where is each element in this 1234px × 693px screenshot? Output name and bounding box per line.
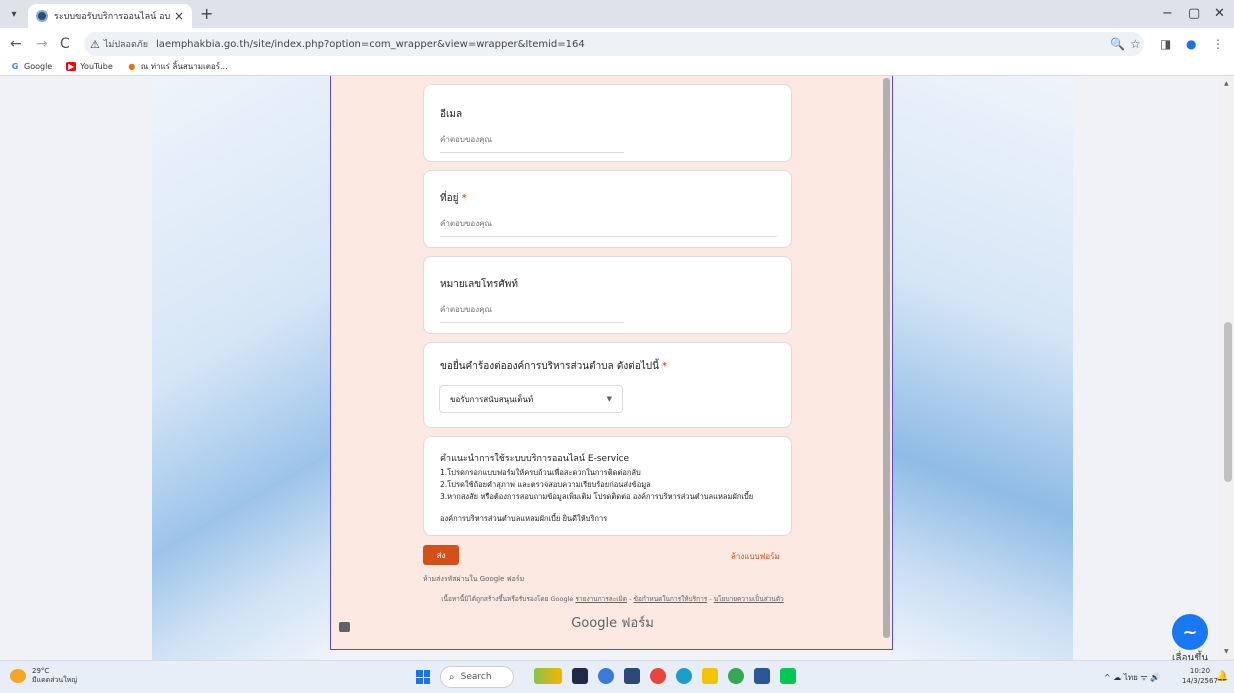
side-panel-icon[interactable]: ◨ [1160, 37, 1171, 51]
instruction-line: 3.หากสงสัย หรือต้องการสอบถามข้อมูลเพิ่มเ… [440, 492, 754, 501]
request-label: ขอยื่นคำร้องต่อองค์การบริหารส่วนตำบล ดัง… [440, 361, 668, 372]
chrome-browser-icon[interactable] [728, 668, 744, 684]
background-decoration-right [893, 76, 1073, 660]
email-label: อีเมล [440, 109, 463, 120]
report-abuse-link[interactable]: รายงานการละเมิด [576, 595, 628, 603]
browser-toolbar: ← → C ⚠ ไม่ปลอดภัย laemphakbia.go.th/sit… [0, 28, 1234, 60]
bookmark-youtube[interactable]: ▶ YouTube [66, 62, 113, 71]
page-scrollbar[interactable]: ▲ ▼ [1222, 76, 1234, 660]
bookmarks-bar: G Google ▶ YouTube ● ณ ท่าแร่ ลิ้นสนามเต… [0, 58, 1234, 76]
new-tab-button[interactable]: + [200, 4, 213, 23]
active-tab[interactable]: ระบบขอรับบริการออนไลน์ อบต.แหลม × [28, 4, 192, 28]
tab-search-button[interactable]: ▾ [6, 7, 22, 23]
email-input[interactable]: คำตอบของคุณ [440, 133, 624, 153]
widgets-app-icon[interactable] [534, 668, 562, 684]
bookmark-star-icon[interactable]: ☆ [1130, 37, 1141, 51]
sun-icon [10, 669, 26, 683]
warning-icon[interactable]: ⚠ [90, 38, 100, 51]
forward-button[interactable]: → [36, 36, 48, 52]
phone-question-card: หมายเลขโทรศัพท์ คำตอบของคุณ [423, 256, 792, 334]
site-favicon-icon [36, 10, 48, 22]
frame-scrollbar[interactable] [883, 78, 890, 638]
more-menu-icon[interactable]: ⋮ [1212, 37, 1224, 51]
instructions-card: คำแนะนำการใช้ระบบบริการออนไลน์ E-service… [423, 436, 792, 536]
weather-condition: มีแดดส่วนใหญ่ [32, 676, 78, 684]
not-secure-label[interactable]: ไม่ปลอดภัย [104, 37, 148, 51]
bookmark-google[interactable]: G Google [10, 62, 53, 71]
tab-title: ระบบขอรับบริการออนไลน์ อบต.แหลม [54, 12, 170, 22]
instruction-line: 1.โปรดกรอกแบบฟอร์มให้ครบถ้วนเพื่อสะดวกใน… [440, 468, 641, 477]
close-window-button[interactable]: ✕ [1214, 6, 1225, 21]
address-bar[interactable]: ⚠ ไม่ปลอดภัย laemphakbia.go.th/site/inde… [84, 32, 1144, 56]
terms-link[interactable]: ข้อกำหนดในการให้บริการ [634, 595, 708, 603]
profile-icon[interactable]: ● [1186, 37, 1196, 51]
url-text[interactable]: laemphakbia.go.th/site/index.php?option=… [156, 39, 585, 50]
site-icon: ● [128, 62, 136, 71]
back-button[interactable]: ← [10, 36, 22, 52]
instruction-line: องค์การบริหารส่วนตำบลแหลมผักเบี้ย ยินดีใ… [440, 514, 608, 523]
google-icon: G [11, 62, 19, 71]
clear-form-button[interactable]: ล้างแบบฟอร์ม [731, 550, 780, 563]
address-input[interactable]: คำตอบของคุณ [440, 217, 777, 237]
chat-app-icon[interactable] [598, 668, 614, 684]
taskbar-clock[interactable]: 10:20 14/3/2567 [1182, 666, 1218, 686]
reload-button[interactable]: C [60, 36, 70, 52]
instructions-title: คำแนะนำการใช้ระบบบริการออนไลน์ E-service [440, 454, 630, 464]
request-selected-value: ขอรับการสนับสนุนเต็นท์ [450, 394, 534, 404]
instruction-line: 2.โปรดใช้ถ้อยคำสุภาพ และตรวจสอบความเรียบ… [440, 480, 651, 489]
page-viewport: อีเมล คำตอบของคุณ ที่อยู่ * คำตอบของคุณ … [0, 76, 1234, 660]
submit-button[interactable]: ส่ง [423, 545, 459, 565]
request-dropdown[interactable]: ขอรับการสนับสนุนเต็นท์ ▼ [439, 385, 623, 413]
phone-label: หมายเลขโทรศัพท์ [440, 279, 518, 290]
app-icon[interactable] [650, 668, 666, 684]
notification-icon[interactable]: 🔔 [1216, 671, 1228, 682]
email-question-card: อีเมล คำตอบของคุณ [423, 84, 792, 162]
word-app-icon[interactable] [754, 668, 770, 684]
file-explorer-icon[interactable] [702, 668, 718, 684]
edge-browser-icon[interactable] [676, 668, 692, 684]
weather-widget[interactable]: 29°C มีแดดส่วนใหญ่ [10, 667, 77, 685]
temperature: 29°C [32, 667, 50, 675]
report-icon[interactable] [339, 622, 350, 632]
google-forms-logo[interactable]: Google ฟอร์ม [331, 612, 894, 633]
dropdown-caret-icon: ▼ [606, 395, 612, 403]
address-question-card: ที่อยู่ * คำตอบของคุณ [423, 170, 792, 248]
store-app-icon[interactable] [624, 668, 640, 684]
request-question-card: ขอยื่นคำร้องต่อองค์การบริหารส่วนตำบล ดัง… [423, 342, 792, 428]
tab-close-icon[interactable]: × [174, 9, 184, 23]
scroll-up-label[interactable]: เลื่อนขึ้น [1172, 651, 1208, 660]
task-view-icon[interactable] [572, 668, 588, 684]
address-label: ที่อยู่ * [440, 193, 467, 204]
scroll-up-icon[interactable]: ▲ [1224, 80, 1229, 87]
system-tray[interactable]: ^ ☁ ไทย ᯤ 🔊 [1104, 671, 1160, 684]
page-scrollbar-thumb[interactable] [1224, 322, 1232, 482]
disclaimer-text: เนื้อหานี้มิได้ถูกสร้างขึ้นหรือรับรองโดย… [441, 595, 784, 603]
youtube-icon: ▶ [66, 62, 77, 71]
privacy-link[interactable]: นโยบายความเป็นส่วนตัว [714, 595, 784, 603]
google-form-frame: อีเมล คำตอบของคุณ ที่อยู่ * คำตอบของคุณ … [330, 76, 893, 650]
background-decoration-left [152, 76, 330, 660]
bookmark-site[interactable]: ● ณ ท่าแร่ ลิ้นสนามเตอร์... [127, 60, 227, 73]
taskbar-search[interactable]: ⌕ Search [440, 666, 514, 688]
phone-input[interactable]: คำตอบของคุณ [440, 303, 624, 323]
windows-start-icon[interactable] [416, 670, 430, 684]
scroll-down-icon[interactable]: ▼ [1224, 648, 1229, 655]
date: 14/3/2567 [1182, 677, 1218, 685]
tab-bar: ▾ ระบบขอรับบริการออนไลน์ อบต.แหลม × + − … [0, 0, 1234, 28]
search-icon: ⌕ [449, 671, 455, 683]
line-app-icon[interactable] [780, 668, 796, 684]
maximize-button[interactable]: ▢ [1188, 6, 1200, 21]
password-warning-text: ห้ามส่งรหัสผ่านใน Google ฟอร์ม [423, 575, 525, 583]
minimize-button[interactable]: − [1162, 6, 1173, 21]
time: 10:20 [1189, 667, 1211, 675]
zoom-icon[interactable]: 🔍 [1110, 37, 1125, 51]
messenger-chat-icon[interactable]: ~ [1172, 614, 1208, 650]
windows-taskbar: 29°C มีแดดส่วนใหญ่ ⌕ Search ^ ☁ ไทย ᯤ 🔊 … [0, 660, 1234, 693]
